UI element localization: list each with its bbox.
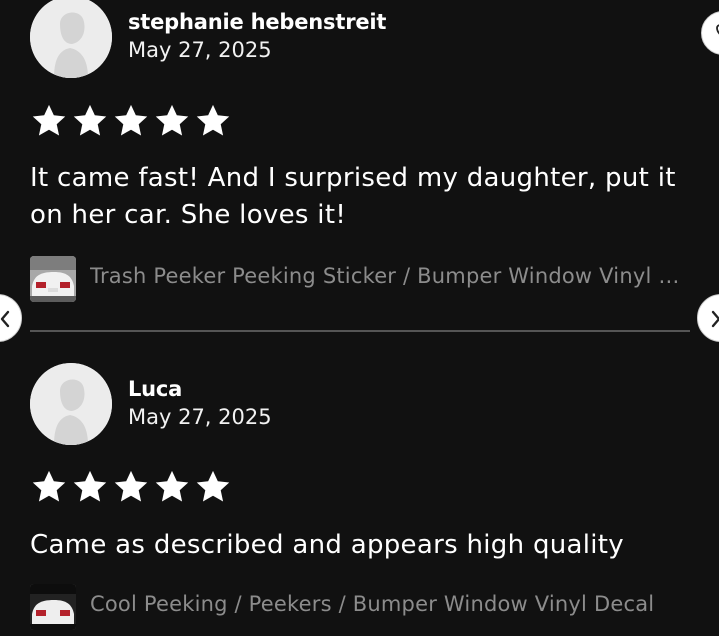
reviewer-avatar (30, 0, 112, 78)
reviewer-name[interactable]: Luca (128, 377, 182, 401)
review-date: May 27, 2025 (128, 38, 272, 62)
star-icon (153, 102, 191, 140)
review-date: May 27, 2025 (128, 405, 272, 429)
item-thumbnail[interactable] (30, 256, 76, 302)
star-icon (112, 468, 150, 506)
chevron-right-icon (711, 310, 719, 328)
star-icon (112, 102, 150, 140)
carousel-prev-button[interactable] (0, 294, 22, 342)
review-divider (30, 330, 690, 332)
star-icon (71, 468, 109, 506)
reviewer-name[interactable]: stephanie hebenstreit (128, 10, 386, 34)
star-rating (30, 468, 232, 506)
star-icon (30, 102, 68, 140)
item-thumbnail[interactable] (30, 584, 76, 630)
reviewed-item-link[interactable]: Cool Peeking / Peekers / Bumper Window V… (30, 584, 690, 630)
star-icon (71, 102, 109, 140)
carousel-next-button[interactable] (697, 294, 719, 342)
heart-icon (716, 24, 719, 35)
reviewed-item-link[interactable]: Trash Peeker Peeking Sticker / Bumper Wi… (30, 256, 690, 302)
chevron-left-icon (0, 310, 10, 328)
review-text: It came fast! And I surprised my daughte… (30, 163, 676, 230)
star-rating (30, 102, 232, 140)
star-icon (194, 468, 232, 506)
item-title[interactable]: Cool Peeking / Peekers / Bumper Window V… (90, 592, 690, 616)
star-icon (30, 468, 68, 506)
item-title[interactable]: Trash Peeker Peeking Sticker / Bumper Wi… (90, 264, 690, 288)
star-icon (194, 102, 232, 140)
reviewer-avatar (30, 363, 112, 445)
review-text: Came as described and appears high quali… (30, 530, 624, 560)
star-icon (153, 468, 191, 506)
default-avatar-icon (30, 0, 112, 78)
default-avatar-icon (30, 363, 112, 445)
favorite-button[interactable] (701, 11, 719, 55)
